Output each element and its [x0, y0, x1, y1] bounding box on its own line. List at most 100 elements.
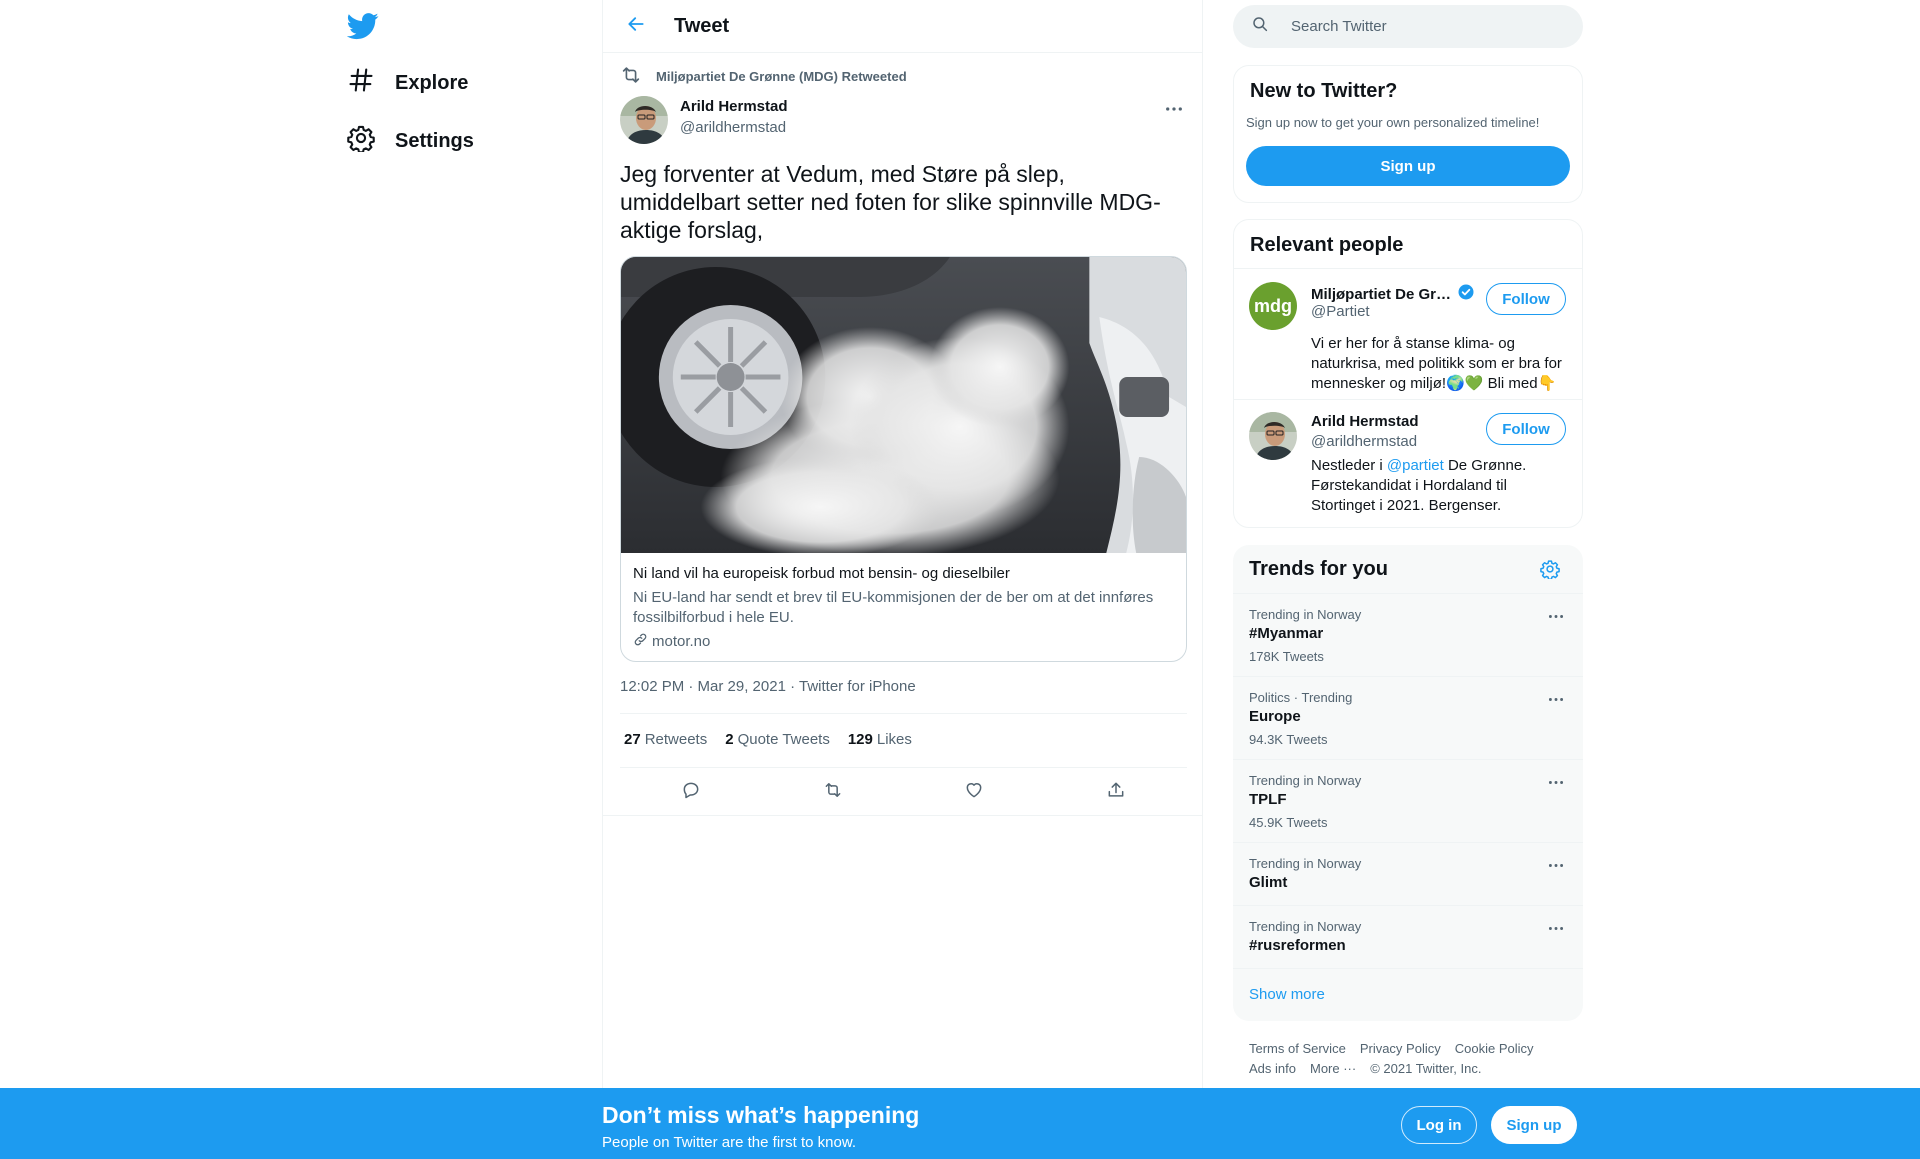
- arrow-left-icon: [626, 14, 646, 39]
- link-card[interactable]: Ni land vil ha europeisk forbud mot bens…: [620, 256, 1187, 662]
- card-description: Ni EU-land har sendt et brev til EU-komm…: [633, 589, 1154, 626]
- more-options-button[interactable]: [1162, 98, 1186, 118]
- person-handle[interactable]: @arildhermstad: [1311, 433, 1417, 450]
- likes-count: 129: [847, 731, 873, 748]
- card-title: Ni land vil ha europeisk forbud mot bens…: [633, 565, 1010, 582]
- banner-subtitle: People on Twitter are the first to know.: [602, 1134, 857, 1151]
- reply-button[interactable]: [673, 780, 709, 804]
- footer-links-row2: Ads info More ··· © 2021 Twitter, Inc.: [1249, 1061, 1481, 1076]
- share-icon: [1106, 780, 1126, 805]
- more-dots-icon: [1548, 689, 1564, 707]
- retweet-button[interactable]: [815, 780, 851, 804]
- follow-button[interactable]: Follow: [1486, 283, 1566, 315]
- retweeted-by-label: Miljøpartiet De Grønne (MDG) Retweeted: [656, 69, 907, 84]
- gear-icon: [1540, 560, 1560, 583]
- page-title: Tweet: [674, 14, 730, 37]
- share-button[interactable]: [1098, 780, 1134, 804]
- author-name[interactable]: Arild Hermstad: [680, 98, 788, 115]
- more-dots-icon: [1548, 918, 1564, 936]
- new-to-twitter-subtitle: Sign up now to get your own personalized…: [1246, 115, 1540, 130]
- banner-sign-up-button[interactable]: Sign up: [1491, 1106, 1577, 1144]
- person-bio-prefix: Nestleder i: [1311, 457, 1387, 474]
- likes-stat[interactable]: 129 Likes: [848, 731, 912, 748]
- person-name[interactable]: Miljøpartiet De Gr…: [1311, 283, 1475, 305]
- trend-more-button[interactable]: [1545, 919, 1567, 935]
- trend-meta: Politics · Trending: [1249, 690, 1353, 705]
- nav-settings-label: Settings: [395, 129, 474, 152]
- tweet-author[interactable]: Arild Hermstad @arildhermstad: [620, 96, 788, 144]
- quote-tweets-stat[interactable]: 2 Quote Tweets: [725, 731, 830, 748]
- mdg-logo-text: mdg: [1254, 295, 1292, 316]
- search-input[interactable]: [1291, 18, 1551, 35]
- more-dots-icon: [1548, 855, 1564, 873]
- trend-more-button[interactable]: [1545, 690, 1567, 706]
- more-dots-icon: [1548, 772, 1564, 790]
- retweets-stat[interactable]: 27 Retweets: [624, 731, 707, 748]
- trend-more-button[interactable]: [1545, 856, 1567, 872]
- trend-item[interactable]: Trending in Norway Glimt: [1233, 842, 1583, 905]
- search-box[interactable]: [1233, 5, 1583, 48]
- nav-settings[interactable]: Settings: [347, 117, 474, 165]
- person-card[interactable]: mdg Miljøpartiet De Gr… @Partiet Follow …: [1234, 269, 1582, 399]
- trends-panel: Trends for you Trending in Norway #Myanm…: [1233, 545, 1583, 1021]
- bio-mention-link[interactable]: @partiet: [1387, 457, 1444, 474]
- log-in-button[interactable]: Log in: [1401, 1106, 1477, 1144]
- trend-count: 178K Tweets: [1249, 649, 1324, 664]
- copyright-text: © 2021 Twitter, Inc.: [1370, 1061, 1482, 1076]
- person-bio: Vi er her for å stanse klima- og naturkr…: [1311, 335, 1562, 392]
- sign-up-button[interactable]: Sign up: [1246, 146, 1570, 186]
- divider: [603, 815, 1202, 816]
- person-card[interactable]: Arild Hermstad @arildhermstad Follow Nes…: [1234, 400, 1582, 528]
- author-handle[interactable]: @arildhermstad: [680, 119, 788, 136]
- trend-item[interactable]: Trending in Norway #Myanmar 178K Tweets: [1233, 593, 1583, 676]
- like-button[interactable]: [956, 780, 992, 804]
- trend-meta: Trending in Norway: [1249, 607, 1362, 622]
- trend-name: TPLF: [1249, 791, 1287, 808]
- twitter-bird-icon[interactable]: [346, 10, 379, 42]
- trend-meta: Trending in Norway: [1249, 773, 1362, 788]
- retweet-icon: [823, 780, 843, 805]
- ads-info-link[interactable]: Ads info: [1249, 1061, 1296, 1076]
- trends-title: Trends for you: [1249, 558, 1388, 580]
- tweet-column: Tweet Miljøpartiet De Grønne (MDG) Retwe…: [602, 0, 1203, 1088]
- quotes-label: Quote Tweets: [737, 731, 830, 748]
- trend-name: #Myanmar: [1249, 625, 1324, 642]
- card-domain-label: motor.no: [652, 633, 711, 650]
- trend-count: 45.9K Tweets: [1249, 815, 1328, 830]
- trend-name: #rusreformen: [1249, 937, 1346, 954]
- person-name[interactable]: Arild Hermstad: [1311, 413, 1419, 430]
- person-avatar[interactable]: [1249, 412, 1297, 460]
- likes-label: Likes: [876, 731, 912, 748]
- tweet-text: Jeg forventer at Vedum, med Støre på sle…: [620, 161, 1161, 243]
- author-avatar[interactable]: [620, 96, 668, 144]
- banner-title: Don’t miss what’s happening: [602, 1102, 920, 1128]
- retweets-label: Retweets: [644, 731, 708, 748]
- more-link[interactable]: More ···: [1310, 1061, 1356, 1076]
- trend-item[interactable]: Trending in Norway TPLF 45.9K Tweets: [1233, 759, 1583, 842]
- trend-more-button[interactable]: [1545, 773, 1567, 789]
- quotes-count: 2: [725, 731, 734, 748]
- relevant-people-title: Relevant people: [1250, 234, 1404, 256]
- back-button[interactable]: [619, 9, 653, 43]
- privacy-link[interactable]: Privacy Policy: [1360, 1041, 1441, 1056]
- trend-item[interactable]: Politics · Trending Europe 94.3K Tweets: [1233, 676, 1583, 759]
- hashtag-icon: [347, 66, 375, 100]
- person-handle[interactable]: @Partiet: [1311, 303, 1370, 320]
- show-more-link[interactable]: Show more: [1249, 986, 1325, 1003]
- trend-item[interactable]: Trending in Norway #rusreformen: [1233, 905, 1583, 968]
- nav-explore-label: Explore: [395, 71, 469, 94]
- retweeted-by[interactable]: Miljøpartiet De Grønne (MDG) Retweeted: [620, 64, 907, 89]
- person-avatar[interactable]: mdg: [1249, 282, 1297, 330]
- card-domain: motor.no: [633, 632, 1174, 651]
- nav-explore[interactable]: Explore: [347, 59, 468, 107]
- new-to-twitter-title: New to Twitter?: [1250, 80, 1398, 102]
- tweet-timestamp[interactable]: 12:02 PM · Mar 29, 2021 · Twitter for iP…: [620, 678, 916, 695]
- follow-button[interactable]: Follow: [1486, 413, 1566, 445]
- signup-banner: Don’t miss what’s happening People on Tw…: [0, 1088, 1920, 1159]
- cookie-link[interactable]: Cookie Policy: [1455, 1041, 1534, 1056]
- trends-settings-button[interactable]: [1540, 559, 1560, 584]
- trend-more-button[interactable]: [1545, 607, 1567, 623]
- show-more-row[interactable]: Show more: [1233, 968, 1583, 1021]
- terms-link[interactable]: Terms of Service: [1249, 1041, 1346, 1056]
- heart-icon: [964, 780, 984, 805]
